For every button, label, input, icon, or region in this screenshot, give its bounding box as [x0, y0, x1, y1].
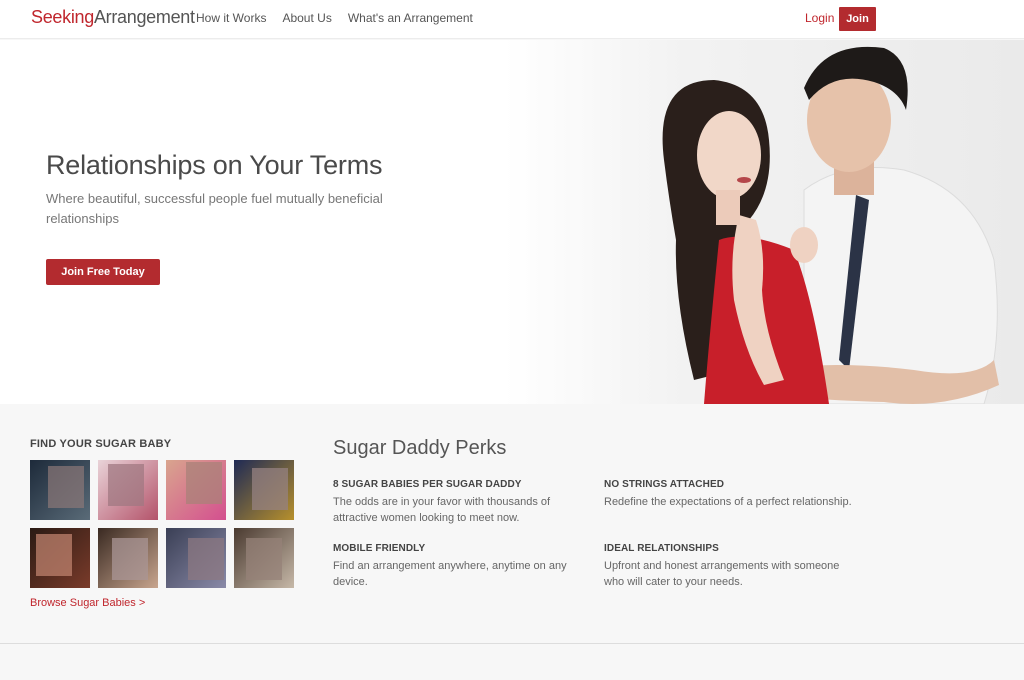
profile-thumbnail[interactable]: [98, 528, 158, 588]
profile-thumbnail[interactable]: [30, 460, 90, 520]
nav-how-it-works[interactable]: How it Works: [196, 11, 266, 25]
profile-thumbnail[interactable]: [166, 528, 226, 588]
hero-photo-couple: [504, 40, 1024, 404]
perk-text: The odds are in your favor with thousand…: [333, 496, 551, 524]
hero-section: Relationships on Your Terms Where beauti…: [0, 40, 1024, 404]
lower-section: FIND YOUR SUGAR BABY Browse Sugar Babies…: [0, 404, 1024, 644]
perk-item: MOBILE FRIENDLY Find an arrangement anyw…: [333, 543, 583, 590]
blurred-face: [48, 466, 84, 508]
profile-thumbnail[interactable]: [166, 460, 226, 520]
profile-thumbnail[interactable]: [234, 528, 294, 588]
nav-whats-an-arrangement[interactable]: What's an Arrangement: [348, 11, 473, 25]
blurred-face: [186, 462, 222, 504]
perk-heading: NO STRINGS ATTACHED: [604, 479, 725, 490]
profile-thumbnail[interactable]: [30, 528, 90, 588]
perk-heading: MOBILE FRIENDLY: [333, 543, 426, 554]
hero-title: Relationships on Your Terms: [46, 150, 383, 180]
blurred-face: [252, 468, 288, 510]
perks-title: Sugar Daddy Perks: [333, 437, 507, 459]
browse-sugar-babies-link[interactable]: Browse Sugar Babies >: [30, 597, 145, 609]
blurred-face: [36, 534, 72, 576]
main-nav: How it Works About Us What's an Arrangem…: [196, 11, 489, 25]
perk-item: 8 SUGAR BABIES PER SUGAR DADDY The odds …: [333, 479, 583, 526]
perk-text: Upfront and honest arrangements with som…: [604, 560, 840, 588]
site-logo[interactable]: SeekingArrangement: [31, 7, 195, 28]
perk-heading: IDEAL RELATIONSHIPS: [604, 543, 719, 554]
top-navbar: SeekingArrangement How it Works About Us…: [0, 0, 1024, 39]
blurred-face: [108, 464, 144, 506]
nav-about-us[interactable]: About Us: [282, 11, 331, 25]
perk-item: IDEAL RELATIONSHIPS Upfront and honest a…: [604, 543, 854, 590]
perk-text: Find an arrangement anywhere, anytime on…: [333, 560, 567, 588]
blurred-face: [112, 538, 148, 580]
bottom-spacer: [0, 645, 1024, 680]
perk-item: NO STRINGS ATTACHED Redefine the expecta…: [604, 479, 854, 510]
find-sugar-baby-title: FIND YOUR SUGAR BABY: [30, 438, 172, 450]
perk-heading: 8 SUGAR BABIES PER SUGAR DADDY: [333, 479, 522, 490]
join-free-today-button[interactable]: Join Free Today: [46, 259, 160, 285]
profile-thumbnail[interactable]: [234, 460, 294, 520]
couple-illustration: [662, 46, 999, 404]
blurred-face: [188, 538, 224, 580]
login-link[interactable]: Login: [805, 11, 834, 25]
blurred-face: [246, 538, 282, 580]
logo-part-arrangement: Arrangement: [93, 7, 195, 27]
join-button[interactable]: Join: [839, 7, 876, 31]
logo-part-seeking: Seeking: [31, 7, 94, 27]
sugar-baby-photo-grid: [30, 460, 294, 588]
profile-thumbnail[interactable]: [98, 460, 158, 520]
hero-subtitle: Where beautiful, successful people fuel …: [46, 191, 383, 226]
perk-text: Redefine the expectations of a perfect r…: [604, 496, 852, 508]
page: SeekingArrangement How it Works About Us…: [0, 0, 1024, 680]
